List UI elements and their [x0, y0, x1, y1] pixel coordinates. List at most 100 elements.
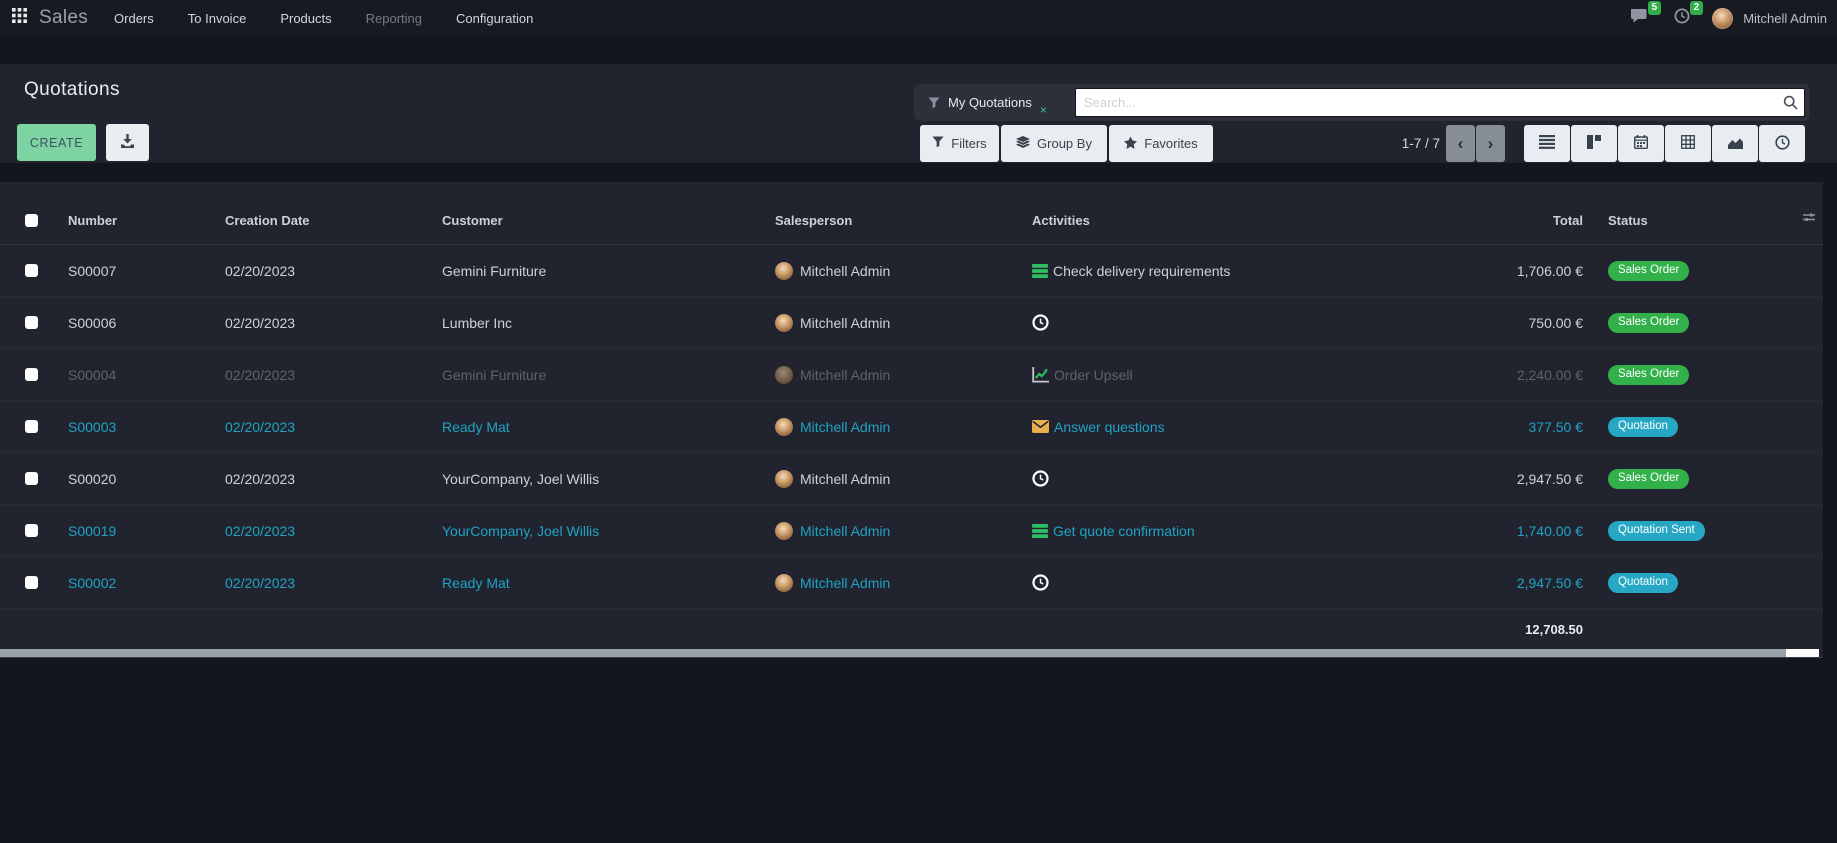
quotation-number: S00020	[68, 471, 225, 487]
salesperson-name: Mitchell Admin	[800, 263, 890, 279]
table-row[interactable]: S00006 02/20/2023 Lumber Inc Mitchell Ad…	[0, 297, 1823, 349]
magnifier-icon[interactable]	[1783, 95, 1798, 115]
clock-icon	[1674, 8, 1690, 29]
customer-name: YourCompany, Joel Willis	[442, 471, 775, 487]
activity-label: Answer questions	[1054, 419, 1165, 435]
activity-cell[interactable]	[1032, 470, 1403, 487]
row-checkbox[interactable]	[25, 368, 38, 381]
row-checkbox[interactable]	[25, 264, 38, 277]
quotation-number: S00019	[68, 523, 225, 539]
export-button[interactable]	[106, 124, 149, 161]
filters-label: Filters	[951, 136, 986, 151]
table-footer: 12,708.50	[0, 609, 1823, 649]
total-amount: 2,947.50 €	[1403, 471, 1583, 487]
row-checkbox[interactable]	[25, 420, 38, 433]
clock-icon	[1032, 470, 1049, 487]
menu-products[interactable]: Products	[280, 11, 331, 26]
list-view-icon	[1539, 135, 1555, 152]
table-row[interactable]: S00003 02/20/2023 Ready Mat Mitchell Adm…	[0, 401, 1823, 453]
activity-cell[interactable]: Get quote confirmation	[1032, 523, 1403, 539]
current-app-name[interactable]: Sales	[39, 7, 88, 29]
scrollbar-thumb[interactable]	[0, 649, 1786, 657]
tasks-icon	[1032, 524, 1048, 538]
salesperson-name: Mitchell Admin	[800, 523, 890, 539]
chat-bubble-icon	[1630, 8, 1648, 28]
table-row[interactable]: S00002 02/20/2023 Ready Mat Mitchell Adm…	[0, 557, 1823, 609]
menu-configuration[interactable]: Configuration	[456, 11, 533, 26]
activities-menu-button[interactable]: 2	[1674, 8, 1690, 29]
activity-cell[interactable]: Check delivery requirements	[1032, 263, 1403, 279]
quotation-number: S00002	[68, 575, 225, 591]
column-header-customer[interactable]: Customer	[442, 213, 775, 228]
activity-label: Check delivery requirements	[1053, 263, 1230, 279]
creation-date: 02/20/2023	[225, 575, 442, 591]
app-menu: Orders To Invoice Products Reporting Con…	[114, 11, 533, 26]
column-header-total[interactable]: Total	[1403, 213, 1583, 228]
user-name[interactable]: Mitchell Admin	[1743, 11, 1827, 26]
search-facet-my-quotations[interactable]: My Quotations ×	[928, 84, 1047, 121]
search-bar: My Quotations ×	[914, 84, 1810, 121]
apps-menu-button[interactable]	[8, 7, 30, 29]
creation-date: 02/20/2023	[225, 419, 442, 435]
table-row[interactable]: S00020 02/20/2023 YourCompany, Joel Will…	[0, 453, 1823, 505]
row-checkbox[interactable]	[25, 316, 38, 329]
column-header-activities[interactable]: Activities	[1032, 213, 1403, 228]
row-checkbox[interactable]	[25, 576, 38, 589]
activity-label: Get quote confirmation	[1053, 523, 1195, 539]
funnel-icon	[932, 136, 944, 151]
salesperson-avatar	[775, 314, 793, 332]
column-header-salesperson[interactable]: Salesperson	[775, 213, 1032, 228]
calendar-view-button[interactable]	[1618, 125, 1664, 162]
total-amount: 750.00 €	[1403, 315, 1583, 331]
total-amount: 377.50 €	[1403, 419, 1583, 435]
activity-cell[interactable]	[1032, 314, 1403, 331]
column-header-number[interactable]: Number	[68, 213, 225, 228]
customer-name: Lumber Inc	[442, 315, 775, 331]
page-title: Quotations	[24, 79, 120, 101]
column-header-status[interactable]: Status	[1583, 213, 1823, 228]
menu-to-invoice[interactable]: To Invoice	[188, 11, 247, 26]
graph-view-icon	[1728, 136, 1743, 152]
favorites-button[interactable]: Favorites	[1109, 125, 1213, 162]
status-badge: Sales Order	[1608, 365, 1689, 386]
facet-remove-button[interactable]: ×	[1040, 103, 1047, 117]
salesperson-name: Mitchell Admin	[800, 367, 890, 383]
kanban-view-button[interactable]	[1571, 125, 1617, 162]
search-input[interactable]	[1075, 88, 1805, 117]
row-checkbox[interactable]	[25, 472, 38, 485]
user-menu-button[interactable]	[1712, 8, 1733, 29]
total-amount: 2,240.00 €	[1403, 367, 1583, 383]
list-view-button[interactable]	[1524, 125, 1570, 162]
tasks-icon	[1032, 264, 1048, 278]
menu-orders[interactable]: Orders	[114, 11, 154, 26]
activity-cell[interactable]: Order Upsell	[1032, 367, 1403, 383]
graph-view-button[interactable]	[1712, 125, 1758, 162]
quotation-number: S00007	[68, 263, 225, 279]
status-badge: Quotation	[1608, 573, 1678, 594]
customer-name: Ready Mat	[442, 419, 775, 435]
row-checkbox[interactable]	[25, 524, 38, 537]
optional-columns-button[interactable]	[1803, 210, 1815, 228]
select-all-checkbox[interactable]	[25, 214, 38, 227]
create-button[interactable]: CREATE	[17, 124, 96, 161]
activity-cell[interactable]	[1032, 574, 1403, 591]
pager-next-button[interactable]: ›	[1476, 125, 1505, 162]
activity-cell[interactable]: Answer questions	[1032, 419, 1403, 435]
filters-button[interactable]: Filters	[920, 125, 999, 162]
table-row[interactable]: S00004 02/20/2023 Gemini Furniture Mitch…	[0, 349, 1823, 401]
control-panel: Quotations CREATE My Quotations × Filter…	[0, 64, 1837, 163]
column-header-creation-date[interactable]: Creation Date	[225, 213, 442, 228]
menu-reporting[interactable]: Reporting	[366, 11, 422, 26]
group-by-button[interactable]: Group By	[1001, 125, 1107, 162]
pager-previous-button[interactable]: ‹	[1446, 125, 1475, 162]
table-row[interactable]: S00007 02/20/2023 Gemini Furniture Mitch…	[0, 245, 1823, 297]
table-row[interactable]: S00019 02/20/2023 YourCompany, Joel Will…	[0, 505, 1823, 557]
activity-view-button[interactable]	[1759, 125, 1805, 162]
facet-label: My Quotations	[948, 95, 1032, 110]
top-navbar: Sales Orders To Invoice Products Reporti…	[0, 0, 1837, 36]
clock-icon	[1032, 574, 1049, 591]
pivot-view-button[interactable]	[1665, 125, 1711, 162]
messages-menu-button[interactable]: 5	[1630, 8, 1648, 28]
download-icon	[120, 134, 135, 152]
horizontal-scrollbar[interactable]	[0, 649, 1819, 657]
